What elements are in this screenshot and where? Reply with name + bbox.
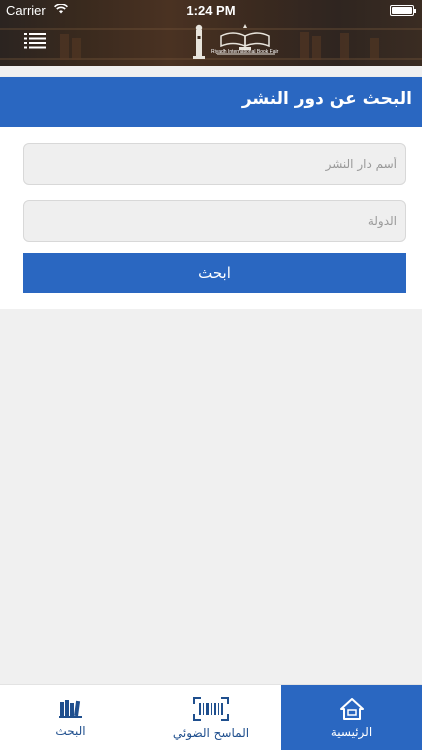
home-icon <box>339 697 364 720</box>
country-input[interactable] <box>23 200 406 242</box>
status-bar: Carrier 1:24 PM <box>0 0 422 20</box>
menu-icon[interactable] <box>24 33 46 49</box>
publisher-name-input[interactable] <box>23 143 406 185</box>
search-button[interactable]: ابحث <box>23 253 406 293</box>
tab-bar: البحث الماسح الضوئي الرئيسية <box>0 684 422 750</box>
battery-icon <box>390 5 416 16</box>
page-title: البحث عن دور النشر <box>241 89 412 109</box>
book-fair-logo: Riyadh International Book Fair <box>187 22 281 64</box>
app-header: Carrier 1:24 PM Riyadh International Boo… <box>0 0 422 66</box>
tab-scanner-label: الماسح الضوئي <box>172 725 250 740</box>
tab-search[interactable]: البحث <box>0 685 141 750</box>
books-icon <box>58 699 82 718</box>
tab-home-label: الرئيسية <box>330 724 373 739</box>
tab-search-label: البحث <box>55 723 86 738</box>
search-form: ابحث <box>0 127 422 309</box>
barcode-scanner-icon <box>193 696 229 721</box>
clock: 1:24 PM <box>186 3 236 18</box>
logo-caption: Riyadh International Book Fair <box>211 49 279 55</box>
tab-home[interactable]: الرئيسية <box>281 685 422 750</box>
tab-scanner[interactable]: الماسح الضوئي <box>141 685 281 750</box>
page-title-bar: البحث عن دور النشر <box>0 77 422 127</box>
